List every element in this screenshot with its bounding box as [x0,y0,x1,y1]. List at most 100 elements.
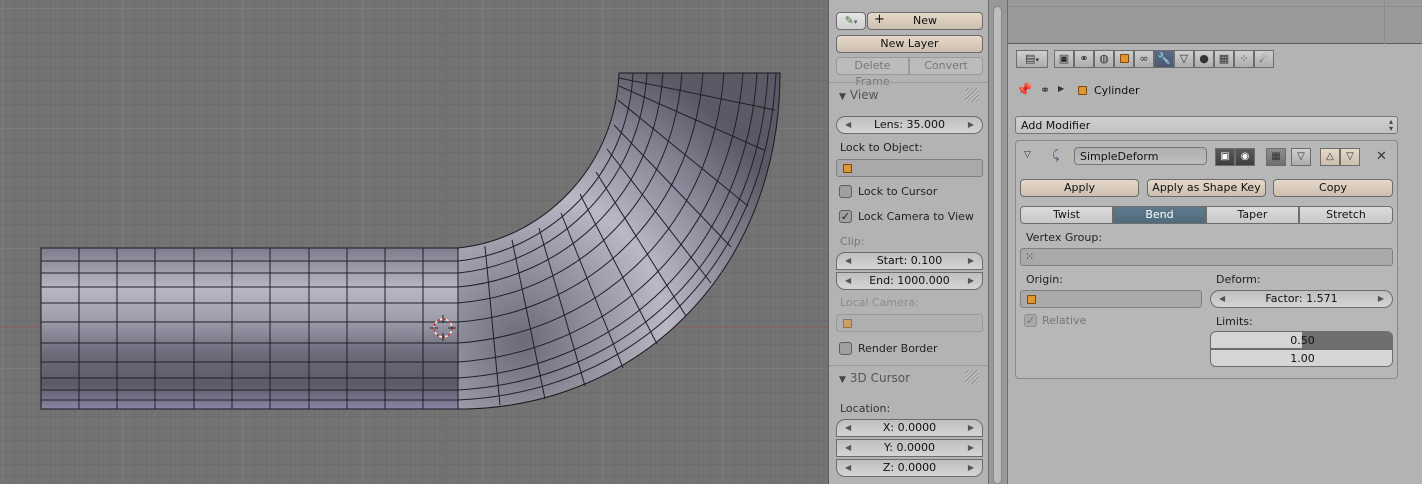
constraints-icon[interactable]: ∞ [1134,50,1154,68]
region-scrollbar[interactable] [988,0,1008,484]
move-down-icon[interactable]: ▽ [1340,148,1360,166]
apply-shape-key-button[interactable]: Apply as Shape Key [1147,179,1266,197]
lock-to-object-label: Lock to Object: [840,141,923,154]
increment-arrow-icon[interactable]: ▶ [1378,291,1384,307]
cursor-x-field[interactable]: ◀ X: 0.0000 ▶ [836,419,983,437]
checkmark-icon: ✓ [840,210,851,223]
simpledeform-modifier-icon: ⤹ [1052,148,1060,162]
material-icon[interactable]: ● [1194,50,1214,68]
increment-arrow-icon[interactable]: ▶ [968,117,974,133]
breadcrumb-object-name: Cylinder [1094,84,1140,97]
decrement-arrow-icon[interactable]: ◀ [845,273,851,289]
limit-upper-slider[interactable]: 0.50 [1210,331,1393,349]
increment-arrow-icon[interactable]: ▶ [968,420,974,436]
collapse-triangle-icon[interactable]: ▽ [1024,150,1031,160]
editor-type-menu-icon[interactable]: ▤▾ [1016,50,1048,68]
vertex-group-label: Vertex Group: [1026,231,1103,244]
render-toggle-icon[interactable]: ▣ [1215,148,1235,166]
render-border-label: Render Border [858,342,938,355]
eye-icon[interactable]: ◉ [1235,148,1255,166]
pencil-icon: ✎ [844,14,854,27]
lens-field[interactable]: ◀ Lens: 35.000 ▶ [836,116,983,134]
relative-checkbox[interactable]: ✓ [1024,314,1037,327]
close-icon[interactable]: ✕ [1376,149,1387,164]
decrement-arrow-icon[interactable]: ◀ [1219,291,1225,307]
properties-editor: ▤▾ ▣ ⚭ ◍ ∞ 🔧 ▽ ● ▦ ⁘ ☄ 📌 ⚭ ▶ Cylinder Ad… [1008,0,1422,484]
render-icon[interactable]: ▣ [1054,50,1074,68]
local-camera-field[interactable] [836,314,983,332]
increment-arrow-icon[interactable]: ▶ [968,440,974,456]
cursor-z-field[interactable]: ◀ Z: 0.0000 ▶ [836,459,983,477]
data-icon[interactable]: ▽ [1174,50,1194,68]
object-icon[interactable] [1114,50,1134,68]
texture-icon[interactable]: ▦ [1214,50,1234,68]
clip-end-field[interactable]: ◀ End: 1000.000 ▶ [836,272,983,290]
vertex-group-field[interactable]: ⁙ [1020,248,1393,266]
scene-icon[interactable]: ⚭ [1074,50,1094,68]
tube-straight-section [40,247,459,410]
decrement-arrow-icon[interactable]: ◀ [845,117,851,133]
decrement-arrow-icon[interactable]: ◀ [845,460,851,476]
outliner-area [1008,0,1422,44]
factor-field[interactable]: ◀ Factor: 1.571 ▶ [1210,290,1393,308]
copy-button[interactable]: Copy [1273,179,1393,197]
editmode-toggle-icon[interactable]: ▦ [1266,148,1286,166]
lock-to-object-field[interactable] [836,159,983,177]
move-up-icon[interactable]: △ [1320,148,1340,166]
pin-icon[interactable]: 📌 [1016,83,1032,98]
scrollbar-thumb[interactable] [993,6,1002,484]
grease-pencil-button[interactable]: ✎▾ [836,12,866,30]
panel-drag-handle-icon[interactable] [965,370,979,384]
lock-to-cursor-label: Lock to Cursor [858,185,938,198]
increment-arrow-icon[interactable]: ▶ [968,253,974,269]
physics-icon[interactable]: ☄ [1254,50,1274,68]
on-cage-toggle-icon[interactable]: ▽ [1291,148,1311,166]
mode-taper[interactable]: Taper [1206,206,1299,224]
new-grease-pencil-button[interactable]: + New [867,12,983,30]
origin-label: Origin: [1026,273,1063,286]
bent-cylinder-mesh [0,0,828,484]
new-layer-button[interactable]: New Layer [836,35,983,53]
lock-to-cursor-checkbox[interactable] [839,185,852,198]
view-panel-header[interactable]: ▼ View [839,88,878,102]
clip-label: Clip: [840,235,865,248]
mode-bend[interactable]: Bend [1113,206,1206,224]
updown-arrows-icon: ▴ ▾ [1388,117,1393,133]
increment-arrow-icon[interactable]: ▶ [968,460,974,476]
decrement-arrow-icon[interactable]: ◀ [845,253,851,269]
render-border-checkbox[interactable] [839,342,852,355]
origin-field[interactable] [1020,290,1202,308]
scene-link-icon: ⚭ [1040,83,1051,97]
mode-stretch[interactable]: Stretch [1299,206,1393,224]
object-cube-icon [843,319,852,328]
increment-arrow-icon[interactable]: ▶ [968,273,974,289]
collapse-triangle-icon: ▼ [839,375,846,385]
relative-label: Relative [1042,314,1087,327]
3d-viewport[interactable] [0,0,828,484]
object-cube-icon [1027,295,1036,304]
convert-button[interactable]: Convert [909,57,983,75]
particles-icon[interactable]: ⁘ [1234,50,1254,68]
limits-label: Limits: [1216,315,1253,328]
cursor-y-field[interactable]: ◀ Y: 0.0000 ▶ [836,439,983,457]
collapse-triangle-icon: ▼ [839,92,846,102]
local-camera-label: Local Camera: [840,296,919,309]
delete-frame-button[interactable]: Delete Frame [836,57,909,88]
checkmark-icon: ✓ [1025,314,1036,327]
panel-drag-handle-icon[interactable] [965,88,979,102]
world-icon[interactable]: ◍ [1094,50,1114,68]
decrement-arrow-icon[interactable]: ◀ [845,420,851,436]
mode-twist[interactable]: Twist [1020,206,1113,224]
decrement-arrow-icon[interactable]: ◀ [845,440,851,456]
apply-button[interactable]: Apply [1020,179,1139,197]
plus-icon: + [874,12,885,27]
add-modifier-dropdown[interactable]: Add Modifier ▴ ▾ [1015,116,1398,134]
location-label: Location: [840,402,891,415]
3d-cursor-panel-header[interactable]: ▼ 3D Cursor [839,371,910,385]
vertex-group-icon: ⁙ [1025,250,1035,263]
limit-lower-slider[interactable]: 1.00 [1210,349,1393,367]
modifier-name-field[interactable]: SimpleDeform [1074,147,1207,165]
modifiers-icon[interactable]: 🔧 [1154,50,1174,68]
clip-start-field[interactable]: ◀ Start: 0.100 ▶ [836,252,983,270]
lock-camera-checkbox[interactable]: ✓ [839,210,852,223]
